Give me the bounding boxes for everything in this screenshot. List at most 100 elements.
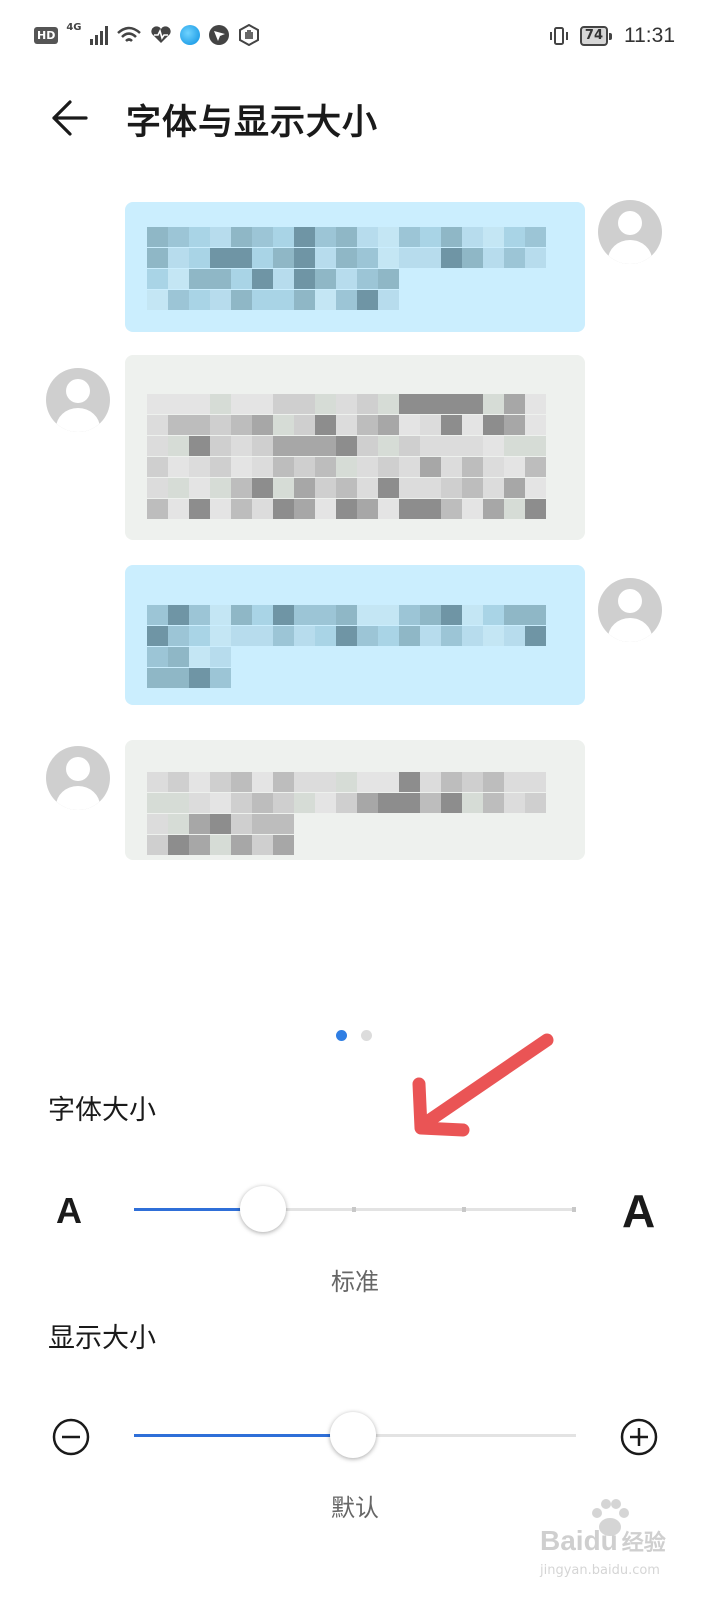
- pixel-block: [441, 772, 462, 792]
- pixel-block: [210, 605, 231, 625]
- pixel-block: [189, 499, 210, 519]
- pixel-block: [231, 227, 252, 247]
- pixel-block: [231, 793, 252, 813]
- app-bar: 字体与显示大小: [0, 80, 723, 160]
- page-indicator: [336, 1030, 372, 1041]
- pixel-block: [315, 248, 336, 268]
- pixel-block: [231, 457, 252, 477]
- pixel-block: [420, 227, 441, 247]
- location-icon: [208, 25, 229, 45]
- arrow-left-icon[interactable]: [46, 92, 98, 144]
- pixel-block: [210, 668, 231, 688]
- pixel-block: [231, 478, 252, 498]
- minus-circle-icon[interactable]: [52, 1418, 90, 1456]
- pixel-block: [273, 626, 294, 646]
- font-size-value: 标准: [331, 1268, 379, 1296]
- pixel-block: [315, 394, 336, 414]
- pixel-block: [147, 269, 168, 289]
- signal-icon: [89, 25, 108, 45]
- pixel-block: [525, 626, 546, 646]
- pixel-block: [231, 772, 252, 792]
- pixel-block: [252, 605, 273, 625]
- pixel-block: [189, 793, 210, 813]
- display-size-slider-thumb[interactable]: [330, 1412, 376, 1458]
- pixel-block: [336, 436, 357, 456]
- pixel-block: [504, 793, 525, 813]
- pixel-block: [189, 478, 210, 498]
- pixel-block: [504, 394, 525, 414]
- pixel-block: [504, 227, 525, 247]
- pixel-block: [420, 793, 441, 813]
- pixel-block: [525, 478, 546, 498]
- pixel-block: [294, 626, 315, 646]
- pixel-block: [399, 415, 420, 435]
- status-left: HD 4G: [34, 22, 260, 46]
- page-dot-active[interactable]: [336, 1030, 347, 1041]
- pixel-block: [147, 835, 168, 855]
- annotation-arrow: [412, 1033, 554, 1137]
- pixel-block: [168, 436, 189, 456]
- pixel-block: [336, 626, 357, 646]
- pixel-block: [210, 499, 231, 519]
- pixel-block: [147, 647, 168, 667]
- pixel-block: [210, 814, 231, 834]
- pixel-block: [210, 248, 231, 268]
- pixel-block: [504, 499, 525, 519]
- font-size-slider[interactable]: [134, 1186, 576, 1232]
- pixel-block: [168, 227, 189, 247]
- watermark-url: jingyan.baidu.com: [540, 1563, 660, 1578]
- pixel-block: [147, 605, 168, 625]
- pixel-block: [462, 772, 483, 792]
- pixel-block: [483, 499, 504, 519]
- pixel-block: [525, 772, 546, 792]
- pixel-block: [525, 499, 546, 519]
- pixel-block: [336, 394, 357, 414]
- page-dot[interactable]: [361, 1030, 372, 1041]
- pixel-block: [336, 605, 357, 625]
- pixel-block: [336, 290, 357, 310]
- pixel-block: [168, 793, 189, 813]
- pixel-block: [168, 248, 189, 268]
- pixel-block: [231, 248, 252, 268]
- pixel-block: [147, 436, 168, 456]
- display-size-slider[interactable]: [134, 1412, 576, 1458]
- pixel-block: [210, 290, 231, 310]
- pixel-block: [504, 457, 525, 477]
- plus-circle-icon[interactable]: [620, 1418, 658, 1456]
- pixel-block: [399, 478, 420, 498]
- small-font-glyph: A: [56, 1190, 82, 1231]
- pixel-block: [357, 605, 378, 625]
- pixel-block: [210, 269, 231, 289]
- pixel-block: [441, 457, 462, 477]
- pixel-block: [168, 290, 189, 310]
- pixel-block: [294, 290, 315, 310]
- pixel-block: [168, 457, 189, 477]
- battery-icon: 74: [579, 26, 613, 46]
- pixel-block: [525, 793, 546, 813]
- pixel-block: [483, 227, 504, 247]
- font-size-slider-thumb[interactable]: [240, 1186, 286, 1232]
- pixel-block: [210, 647, 231, 667]
- pixel-block: [168, 647, 189, 667]
- pixel-block: [252, 290, 273, 310]
- pixel-block: [483, 436, 504, 456]
- pixel-block: [294, 248, 315, 268]
- pixel-block: [399, 626, 420, 646]
- pixel-block: [483, 793, 504, 813]
- pixel-block: [357, 457, 378, 477]
- pixel-block: [147, 394, 168, 414]
- pixel-block: [273, 478, 294, 498]
- pixel-block: [378, 626, 399, 646]
- pixel-block: [231, 394, 252, 414]
- pixel-block: [336, 269, 357, 289]
- pixel-block: [336, 227, 357, 247]
- status-bar: HD 4G 74 11:31: [0, 0, 723, 80]
- pixel-block: [504, 436, 525, 456]
- pixel-block: [378, 478, 399, 498]
- pixel-block: [294, 394, 315, 414]
- pixel-block: [399, 793, 420, 813]
- pixel-block: [462, 499, 483, 519]
- pixel-block: [378, 269, 399, 289]
- pixel-block: [210, 478, 231, 498]
- pixel-block: [189, 394, 210, 414]
